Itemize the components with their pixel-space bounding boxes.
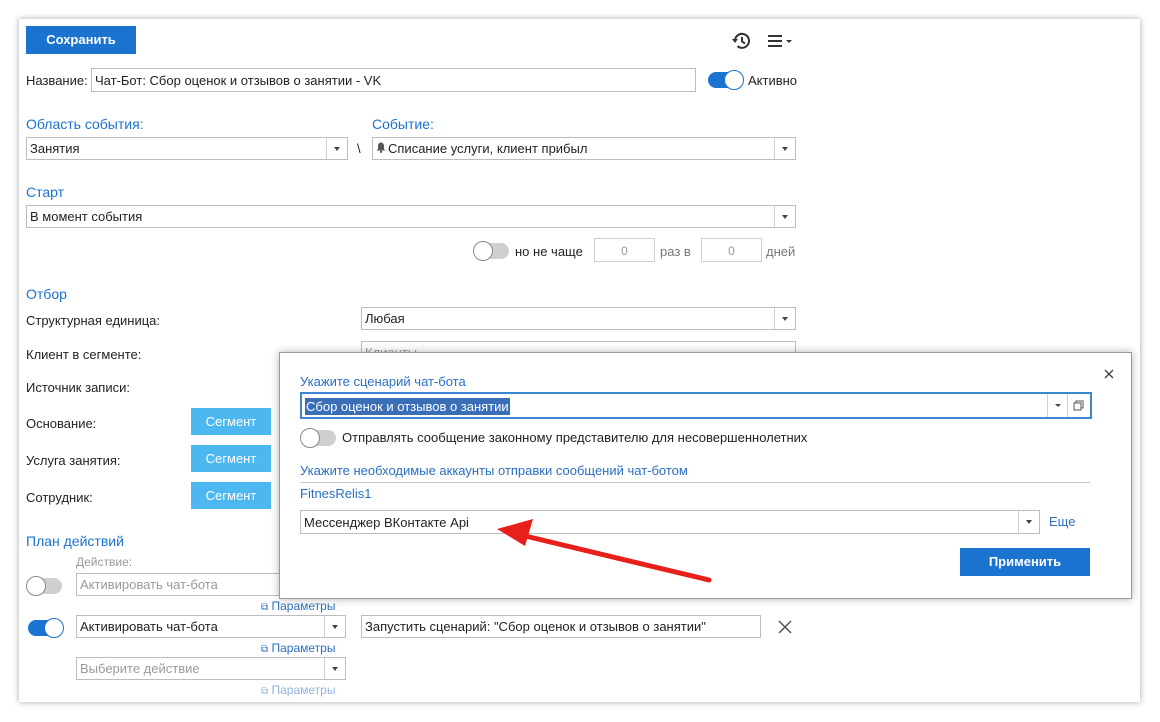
annotation-arrow <box>497 519 712 583</box>
settings-panel: Сохранить Название: Чат-Бот: Сбор оценок… <box>19 19 1140 702</box>
